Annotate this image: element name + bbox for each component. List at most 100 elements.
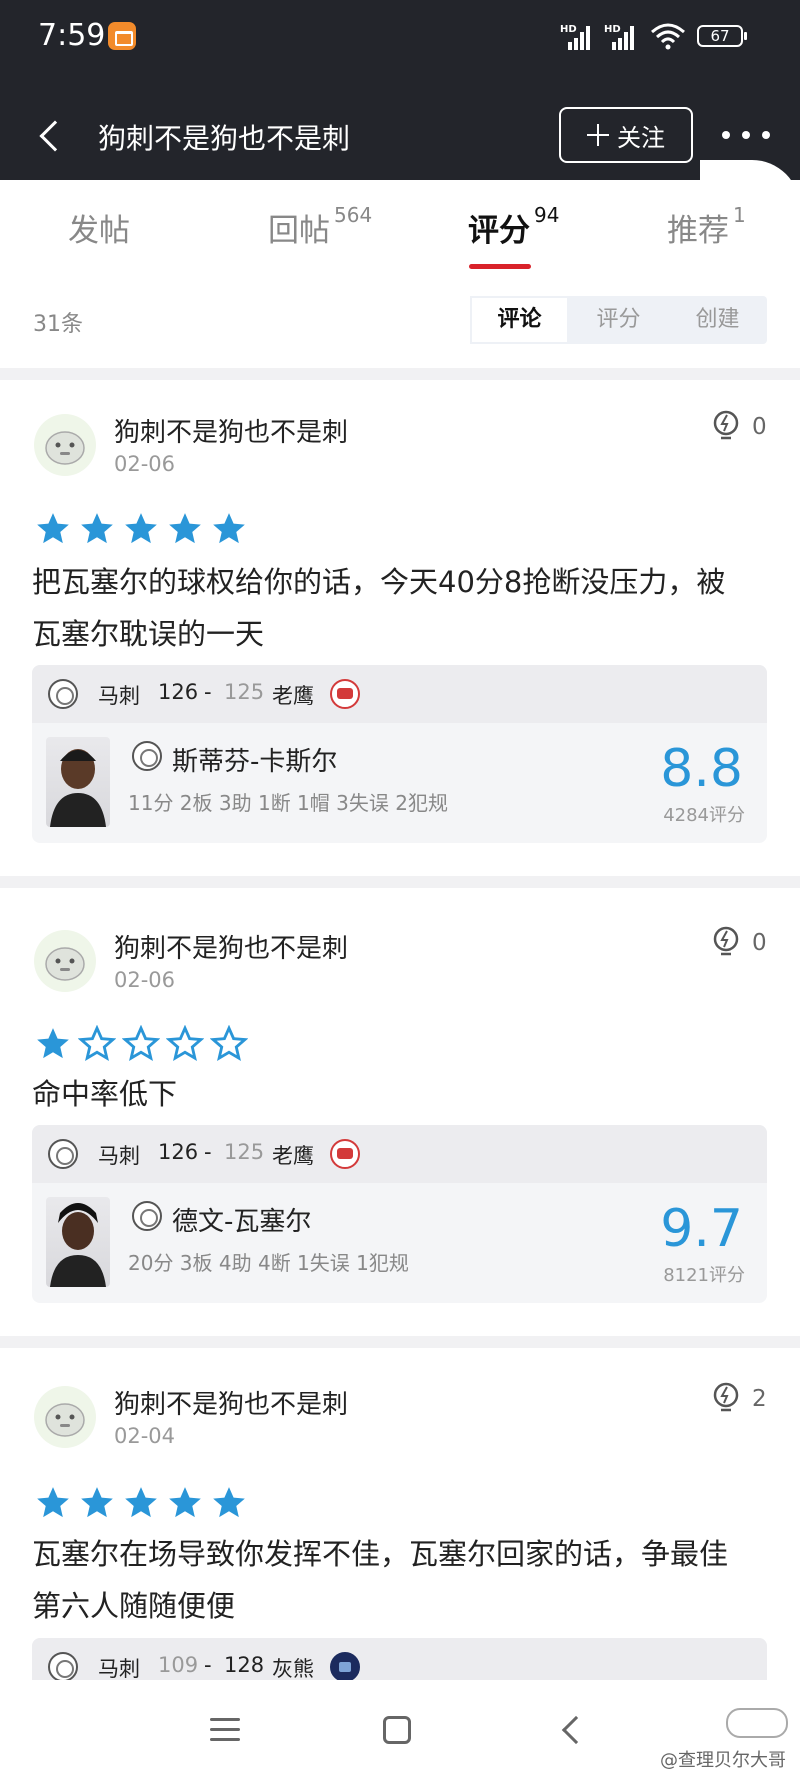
team-logo-icon: [132, 1201, 162, 1231]
star-rating: [34, 1025, 254, 1065]
game-rating-card[interactable]: 马刺 126 - 125 老鹰 斯蒂芬-卡斯尔 11分 2板 3助 1断 1帽 …: [32, 665, 767, 843]
back-arrow-icon[interactable]: [39, 120, 71, 152]
nav-back-icon[interactable]: [561, 1715, 591, 1745]
game-score-row: 马刺 126 - 125 老鹰: [32, 1125, 767, 1183]
team-logo-icon: [330, 1139, 360, 1169]
star-icon: [37, 513, 69, 544]
divider: [0, 368, 800, 380]
player-photo: [46, 1197, 110, 1287]
app-notification-icon: [108, 22, 136, 50]
score-separator: -: [204, 1653, 212, 1677]
team-away: 灰熊: [272, 1657, 314, 1680]
post-card[interactable]: 狗刺不是狗也不是刺 02-06 0 命中率低下 马刺 126 - 125 老鹰: [0, 888, 800, 1333]
avatar-image: [45, 431, 85, 465]
watermark-logo: [726, 1708, 788, 1738]
home-icon[interactable]: [383, 1716, 411, 1744]
username[interactable]: 狗刺不是狗也不是刺: [114, 412, 348, 449]
team-logo-icon: [48, 1139, 78, 1169]
avatar[interactable]: [34, 1386, 96, 1448]
game-score-row: 马刺 109 - 128 灰熊: [32, 1638, 767, 1680]
tab-label: 发帖: [68, 213, 130, 249]
score-home: 126: [158, 1140, 199, 1164]
star-icon: [81, 1487, 113, 1518]
signal-icon: HD: [604, 24, 638, 50]
divider: [0, 876, 800, 888]
avatar[interactable]: [34, 930, 96, 992]
star-icon: [125, 513, 157, 544]
star-icon: [169, 1487, 201, 1518]
tab-ratings[interactable]: 评分 94: [468, 203, 559, 250]
network-type-label: HD: [560, 24, 577, 35]
player-stats: 20分 3板 4助 4断 1失误 1犯规: [128, 1251, 409, 1275]
player-name: 斯蒂芬-卡斯尔: [172, 747, 338, 777]
post-card[interactable]: 狗刺不是狗也不是刺 02-06 0 把瓦塞尔的球权给你的话，今天40分8抢断没压…: [0, 380, 800, 875]
star-empty-icon: [166, 1025, 204, 1062]
team-home: 马刺: [98, 1657, 140, 1680]
username[interactable]: 狗刺不是狗也不是刺: [114, 928, 348, 965]
menu-icon[interactable]: [210, 1718, 240, 1742]
like-count: 2: [752, 1386, 767, 1412]
like-bulb-icon[interactable]: [711, 410, 741, 444]
tab-replies[interactable]: 回帖 564: [268, 203, 372, 250]
player-rating: 9.7: [660, 1199, 743, 1259]
tab-recommend[interactable]: 推荐 1: [667, 203, 746, 250]
avatar-image: [45, 947, 85, 981]
post-date: 02-06: [114, 452, 176, 476]
player-rating: 8.8: [660, 739, 743, 799]
player-stats: 11分 2板 3助 1断 1帽 3失误 2犯规: [128, 791, 448, 815]
divider: [0, 1336, 800, 1348]
follow-label: 关注: [617, 123, 665, 152]
team-home: 马刺: [98, 684, 140, 708]
rating-count: 8121评分: [663, 1265, 745, 1286]
star-empty-icon: [122, 1025, 160, 1062]
game-score-row: 马刺 126 - 125 老鹰: [32, 665, 767, 723]
game-rating-card[interactable]: 马刺 109 - 128 灰熊: [32, 1638, 767, 1680]
player-photo: [46, 737, 110, 827]
tab-bar: 发帖 回帖 564 评分 94 推荐 1: [0, 185, 800, 275]
filter-segment: 评论 评分 创建: [470, 296, 767, 344]
segment-created[interactable]: 创建: [668, 296, 767, 344]
tab-posts[interactable]: 发帖: [68, 205, 130, 250]
active-tab-indicator: [469, 264, 531, 269]
star-rating: [34, 1484, 254, 1524]
like-count: 0: [752, 930, 767, 956]
team-home: 马刺: [98, 1144, 140, 1168]
top-bar: 7:59 HD HD 67 狗刺不是狗也不是刺 关注: [0, 0, 800, 180]
score-home: 126: [158, 680, 199, 704]
follow-button[interactable]: 关注: [559, 107, 693, 163]
team-logo-icon: [330, 679, 360, 709]
star-icon: [37, 1028, 69, 1059]
plus-icon: [587, 124, 609, 146]
post-date: 02-06: [114, 968, 176, 992]
page-title: 狗刺不是狗也不是刺: [98, 122, 351, 155]
player-portrait: [50, 749, 106, 827]
score-away: 128: [224, 1653, 265, 1677]
tab-label: 回帖: [268, 213, 330, 249]
like-bulb-icon[interactable]: [711, 1382, 741, 1416]
star-icon: [169, 513, 201, 544]
star-rating: [34, 510, 254, 550]
status-bar: 7:59 HD HD 67: [0, 0, 800, 75]
username[interactable]: 狗刺不是狗也不是刺: [114, 1384, 348, 1421]
avatar[interactable]: [34, 414, 96, 476]
segment-ratings[interactable]: 评分: [569, 296, 668, 344]
tab-label: 评分: [468, 213, 530, 249]
game-rating-card[interactable]: 马刺 126 - 125 老鹰 德文-瓦塞尔 20分 3板 4助 4断 1失误 …: [32, 1125, 767, 1303]
score-home: 109: [158, 1653, 199, 1677]
star-icon: [213, 513, 245, 544]
score-separator: -: [204, 680, 212, 704]
status-time: 7:59: [38, 18, 106, 53]
post-card[interactable]: 狗刺不是狗也不是刺 02-04 2 瓦塞尔在场导致你发挥不佳，瓦塞尔回家的话，争…: [0, 1348, 800, 1680]
team-logo-icon: [48, 1652, 78, 1680]
score-away: 125: [224, 1140, 265, 1164]
like-bulb-icon[interactable]: [711, 926, 741, 960]
battery-icon: 67: [697, 25, 747, 47]
star-icon: [37, 1487, 69, 1518]
post-date: 02-04: [114, 1424, 176, 1448]
team-logo-icon: [48, 679, 78, 709]
team-logo-icon: [132, 741, 162, 771]
header: 狗刺不是狗也不是刺 关注: [0, 95, 800, 175]
segment-comments[interactable]: 评论: [470, 296, 569, 344]
more-icon[interactable]: [722, 131, 770, 139]
star-empty-icon: [78, 1025, 116, 1062]
